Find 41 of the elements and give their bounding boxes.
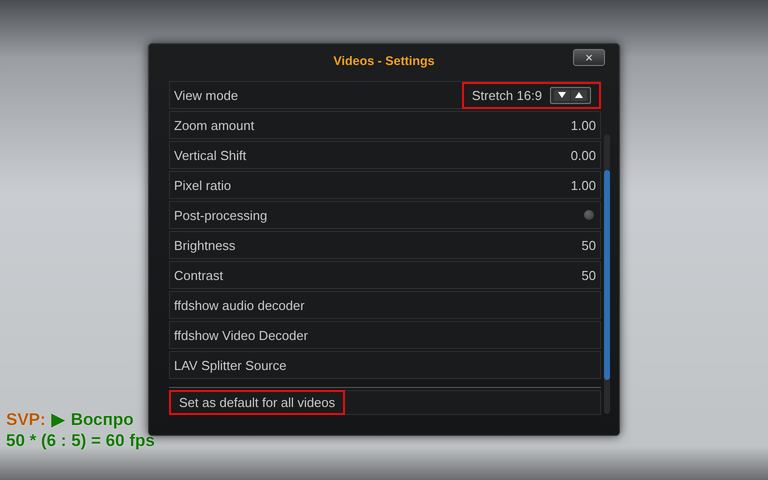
down-arrow-button[interactable]	[554, 90, 570, 100]
play-icon: ▶	[52, 409, 65, 430]
setting-row[interactable]: Zoom amount 1.00	[169, 111, 601, 139]
osd-label: SVP:	[6, 409, 46, 430]
setting-label: Brightness	[174, 238, 236, 252]
setting-value: 0.00	[570, 148, 596, 162]
setting-row[interactable]: Vertical Shift 0.00	[169, 141, 601, 169]
toggle-dot-icon[interactable]	[584, 210, 594, 220]
setting-label: View mode	[174, 88, 238, 102]
setting-row[interactable]: ffdshow Video Decoder	[169, 321, 601, 349]
setting-label: ffdshow audio decoder	[174, 298, 305, 312]
scrollbar[interactable]	[604, 134, 610, 414]
setting-value: 1.00	[570, 118, 596, 132]
setting-label: LAV Splitter Source	[174, 358, 286, 372]
setting-label: Zoom amount	[174, 118, 254, 132]
dialog-title: Videos - Settings	[332, 54, 436, 68]
setting-row[interactable]: Brightness 50	[169, 231, 601, 259]
setting-value: 50	[582, 268, 596, 282]
default-row[interactable]: Set as default for all videos	[169, 390, 601, 415]
setting-label: Vertical Shift	[174, 148, 246, 162]
osd-frame-rate: 50 * (6 : 5) = 60 fps	[6, 430, 155, 451]
setting-label: Contrast	[174, 268, 224, 282]
osd-status: Воспро	[70, 409, 134, 430]
setting-label: Post-processing	[174, 208, 268, 222]
setting-row[interactable]: Post-processing	[169, 201, 601, 229]
setting-label: Pixel ratio	[174, 178, 232, 192]
setting-row[interactable]: ffdshow audio decoder	[169, 291, 601, 319]
setting-label: Set as default for all videos	[179, 395, 336, 410]
scrollbar-thumb[interactable]	[604, 170, 610, 380]
setting-row[interactable]: LAV Splitter Source	[169, 351, 601, 379]
up-arrow-button[interactable]	[571, 90, 587, 100]
close-button[interactable]: ×	[573, 49, 605, 66]
setting-row[interactable]: Pixel ratio 1.00	[169, 171, 601, 199]
down-triangle-icon	[558, 92, 566, 98]
setting-value: 50	[582, 238, 596, 252]
setting-row[interactable]: View mode Stretch 16:9	[169, 81, 601, 109]
setting-value: Stretch 16:9	[472, 88, 542, 102]
setting-row[interactable]: Contrast 50	[169, 261, 601, 289]
setting-value: 1.00	[570, 178, 596, 192]
setting-label: ffdshow Video Decoder	[174, 328, 308, 342]
up-triangle-icon	[575, 92, 583, 98]
